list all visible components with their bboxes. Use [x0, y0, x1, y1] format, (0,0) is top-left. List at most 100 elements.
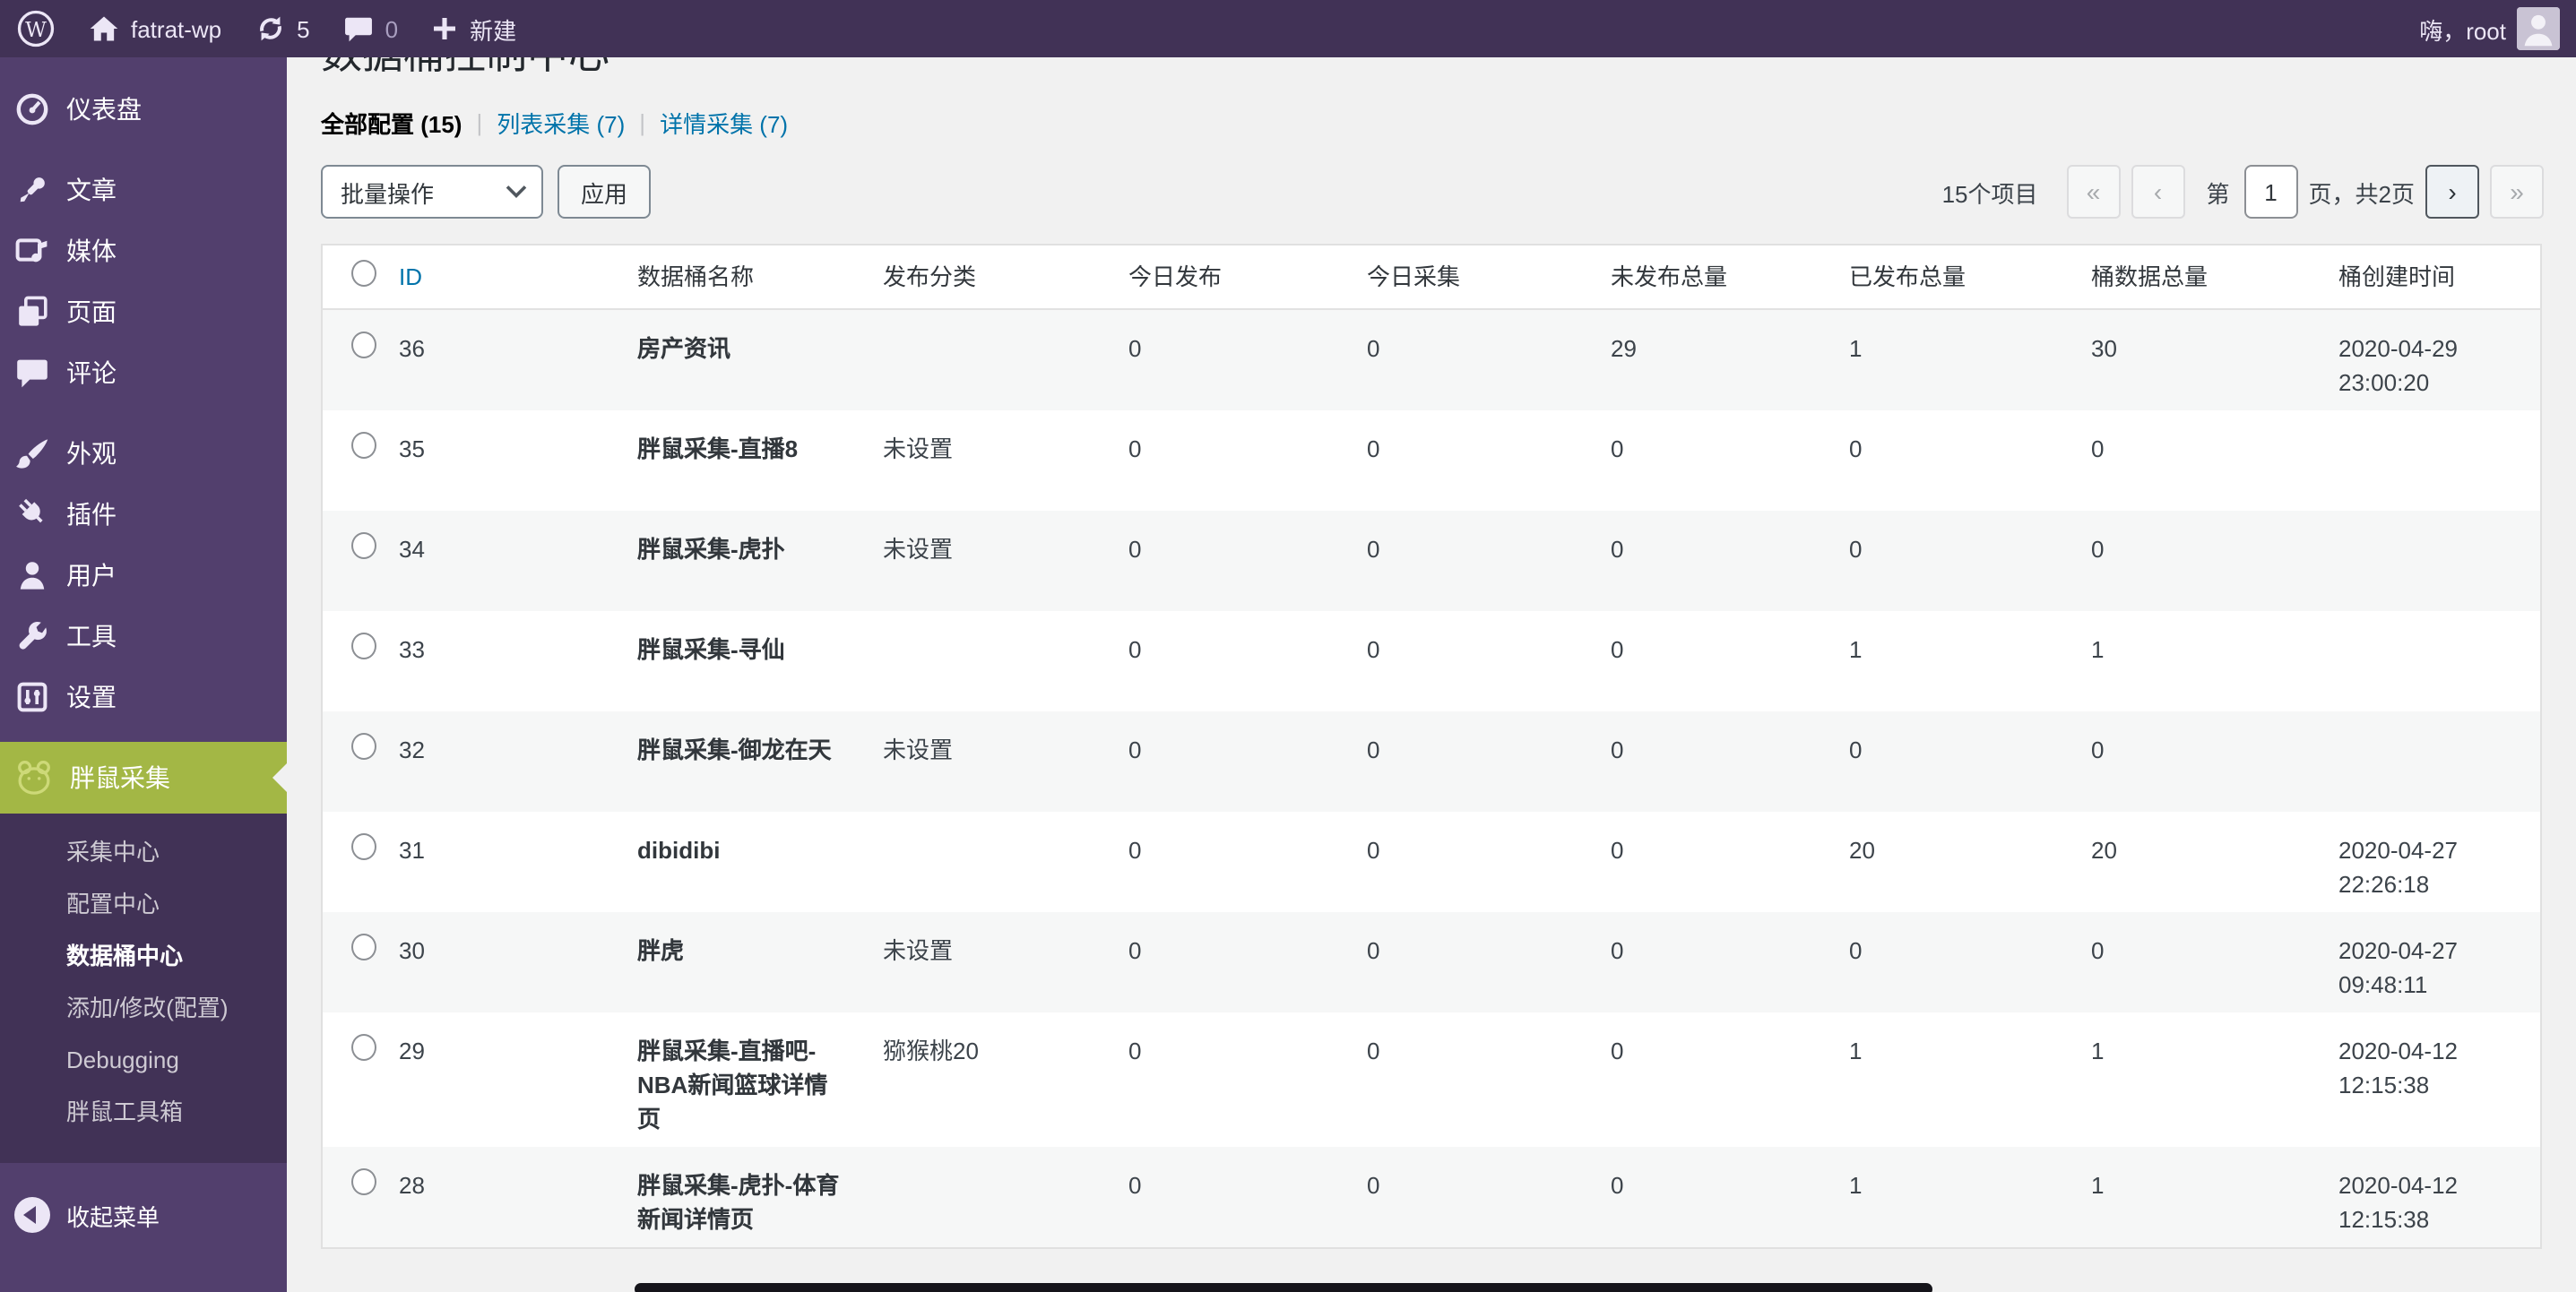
- sidebar-item-fatrat-collect[interactable]: 胖鼠采集: [0, 742, 287, 814]
- column-header-published: 已发布总量: [1831, 245, 2073, 309]
- cell-id: 29: [381, 1012, 619, 1147]
- sidebar-item-pages[interactable]: 页面: [0, 281, 287, 342]
- table-row: 34 胖鼠采集-虎扑 未设置 0 0 0 0 0: [322, 511, 2541, 611]
- comments-menu[interactable]: 0: [326, 0, 414, 57]
- bucket-name-link[interactable]: 胖鼠采集-直播8: [637, 435, 798, 462]
- update-icon: [254, 13, 286, 45]
- column-header-id[interactable]: ID: [399, 263, 422, 289]
- cell-id: 28: [381, 1147, 619, 1248]
- cell-today-collect: 0: [1349, 309, 1593, 410]
- wordpress-logo-menu[interactable]: W: [0, 0, 72, 57]
- sidebar-item-label: 外观: [66, 435, 117, 471]
- sidebar-item-comments[interactable]: 评论: [0, 342, 287, 403]
- sidebar-item-plugins[interactable]: 插件: [0, 484, 287, 545]
- collapse-menu-button[interactable]: 收起菜单: [0, 1184, 287, 1245]
- column-header-total: 桶数据总量: [2073, 245, 2321, 309]
- cell-published: 0: [1831, 410, 2073, 511]
- sidebar-item-users[interactable]: 用户: [0, 545, 287, 606]
- cell-category: 未设置: [865, 912, 1111, 1012]
- cell-created: 2020-04-12 12:15:38: [2321, 1147, 2541, 1248]
- row-checkbox[interactable]: [351, 332, 376, 358]
- bulk-action-selected-value: 批量操作: [341, 175, 434, 209]
- cell-unpublished: 0: [1593, 410, 1831, 511]
- cell-total: 0: [2073, 711, 2321, 812]
- last-page-button[interactable]: »: [2490, 165, 2544, 219]
- cell-created: [2321, 511, 2541, 611]
- row-checkbox[interactable]: [351, 1034, 376, 1061]
- main-content: 数据桶控制中心 全部配置 (15) | 列表采集 (7) | 详情采集 (7) …: [287, 0, 2576, 1249]
- comments-icon: [14, 355, 50, 391]
- greeting-text: 嗨，root: [2419, 12, 2506, 46]
- pages-icon: [14, 294, 50, 330]
- cell-today-collect: 0: [1349, 812, 1593, 912]
- bucket-name-link[interactable]: 胖虎: [637, 937, 684, 964]
- apply-button[interactable]: 应用: [558, 165, 651, 219]
- buckets-table: ID 数据桶名称 发布分类 今日发布 今日采集 未发布总量 已发布总量 桶数据总…: [321, 244, 2542, 1249]
- bucket-name-link[interactable]: dibidibi: [637, 837, 720, 864]
- bulk-action-select[interactable]: 批量操作: [321, 165, 543, 219]
- row-checkbox[interactable]: [351, 532, 376, 559]
- cell-published: 1: [1831, 1012, 2073, 1147]
- sidebar-item-tools[interactable]: 工具: [0, 606, 287, 667]
- cell-created: 2020-04-27 22:26:18: [2321, 812, 2541, 912]
- admin-menu: 仪表盘 文章 媒体: [0, 79, 287, 728]
- row-checkbox[interactable]: [351, 733, 376, 760]
- filter-all-configs[interactable]: 全部配置 (15): [321, 106, 462, 140]
- row-checkbox[interactable]: [351, 633, 376, 659]
- sidebar-item-label: 媒体: [66, 233, 117, 269]
- row-checkbox[interactable]: [351, 1168, 376, 1195]
- updates-menu[interactable]: 5: [238, 0, 325, 57]
- cell-category: [865, 1147, 1111, 1248]
- submenu-item-add-modify-config[interactable]: 添加/修改(配置): [0, 982, 287, 1034]
- cell-today-publish: 0: [1111, 711, 1349, 812]
- next-page-button[interactable]: ›: [2425, 165, 2479, 219]
- cell-today-collect: 0: [1349, 711, 1593, 812]
- prev-page-button[interactable]: ‹: [2131, 165, 2185, 219]
- select-all-checkbox[interactable]: [351, 260, 376, 287]
- submenu-item-config-center[interactable]: 配置中心: [0, 878, 287, 930]
- collapse-arrow-icon: [14, 1197, 50, 1233]
- cell-published: 1: [1831, 611, 2073, 711]
- sidebar-item-dashboard[interactable]: 仪表盘: [0, 79, 287, 140]
- bucket-name-link[interactable]: 胖鼠采集-直播吧-NBA新闻篮球详情页: [637, 1038, 827, 1133]
- plugin-icon: [14, 496, 50, 532]
- cell-total: 20: [2073, 812, 2321, 912]
- submenu-item-bucket-center[interactable]: 数据桶中心: [0, 930, 287, 982]
- cell-id: 30: [381, 912, 619, 1012]
- first-page-button[interactable]: «: [2067, 165, 2121, 219]
- cell-category: 未设置: [865, 511, 1111, 611]
- cell-total: 1: [2073, 1012, 2321, 1147]
- cell-published: 1: [1831, 1147, 2073, 1248]
- comment-count: 0: [385, 15, 398, 42]
- bucket-name-link[interactable]: 胖鼠采集-寻仙: [637, 636, 785, 663]
- cell-today-publish: 0: [1111, 812, 1349, 912]
- filter-list-collect[interactable]: 列表采集 (7): [497, 106, 625, 140]
- cell-unpublished: 0: [1593, 611, 1831, 711]
- sidebar-item-settings[interactable]: 设置: [0, 667, 287, 728]
- bucket-name-link[interactable]: 房产资讯: [637, 335, 730, 362]
- cell-id: 32: [381, 711, 619, 812]
- account-menu[interactable]: 嗨，root: [2403, 0, 2576, 57]
- sidebar-item-media[interactable]: 媒体: [0, 220, 287, 281]
- cell-today-publish: 0: [1111, 912, 1349, 1012]
- table-toolbar: 批量操作 应用 15个项目 « ‹ 第 页，共2页 › »: [321, 165, 2544, 219]
- row-checkbox[interactable]: [351, 934, 376, 960]
- row-checkbox[interactable]: [351, 833, 376, 860]
- submenu-item-collect-center[interactable]: 采集中心: [0, 826, 287, 878]
- current-page-input[interactable]: [2244, 165, 2298, 219]
- sidebar-item-posts[interactable]: 文章: [0, 159, 287, 220]
- sidebar-item-appearance[interactable]: 外观: [0, 423, 287, 484]
- bucket-name-link[interactable]: 胖鼠采集-虎扑: [637, 536, 785, 563]
- site-link[interactable]: fatrat-wp: [72, 0, 238, 57]
- submenu-item-toolbox[interactable]: 胖鼠工具箱: [0, 1086, 287, 1138]
- dashboard-icon: [14, 91, 50, 127]
- cell-category: 未设置: [865, 410, 1111, 511]
- filter-detail-collect[interactable]: 详情采集 (7): [660, 106, 788, 140]
- rat-icon: [14, 758, 54, 797]
- new-content-menu[interactable]: 新建: [414, 0, 532, 57]
- submenu-item-debugging[interactable]: Debugging: [0, 1034, 287, 1086]
- bucket-name-link[interactable]: 胖鼠采集-御龙在天: [637, 736, 832, 763]
- cell-today-publish: 0: [1111, 1147, 1349, 1248]
- row-checkbox[interactable]: [351, 432, 376, 459]
- bucket-name-link[interactable]: 胖鼠采集-虎扑-体育新闻详情页: [637, 1172, 839, 1233]
